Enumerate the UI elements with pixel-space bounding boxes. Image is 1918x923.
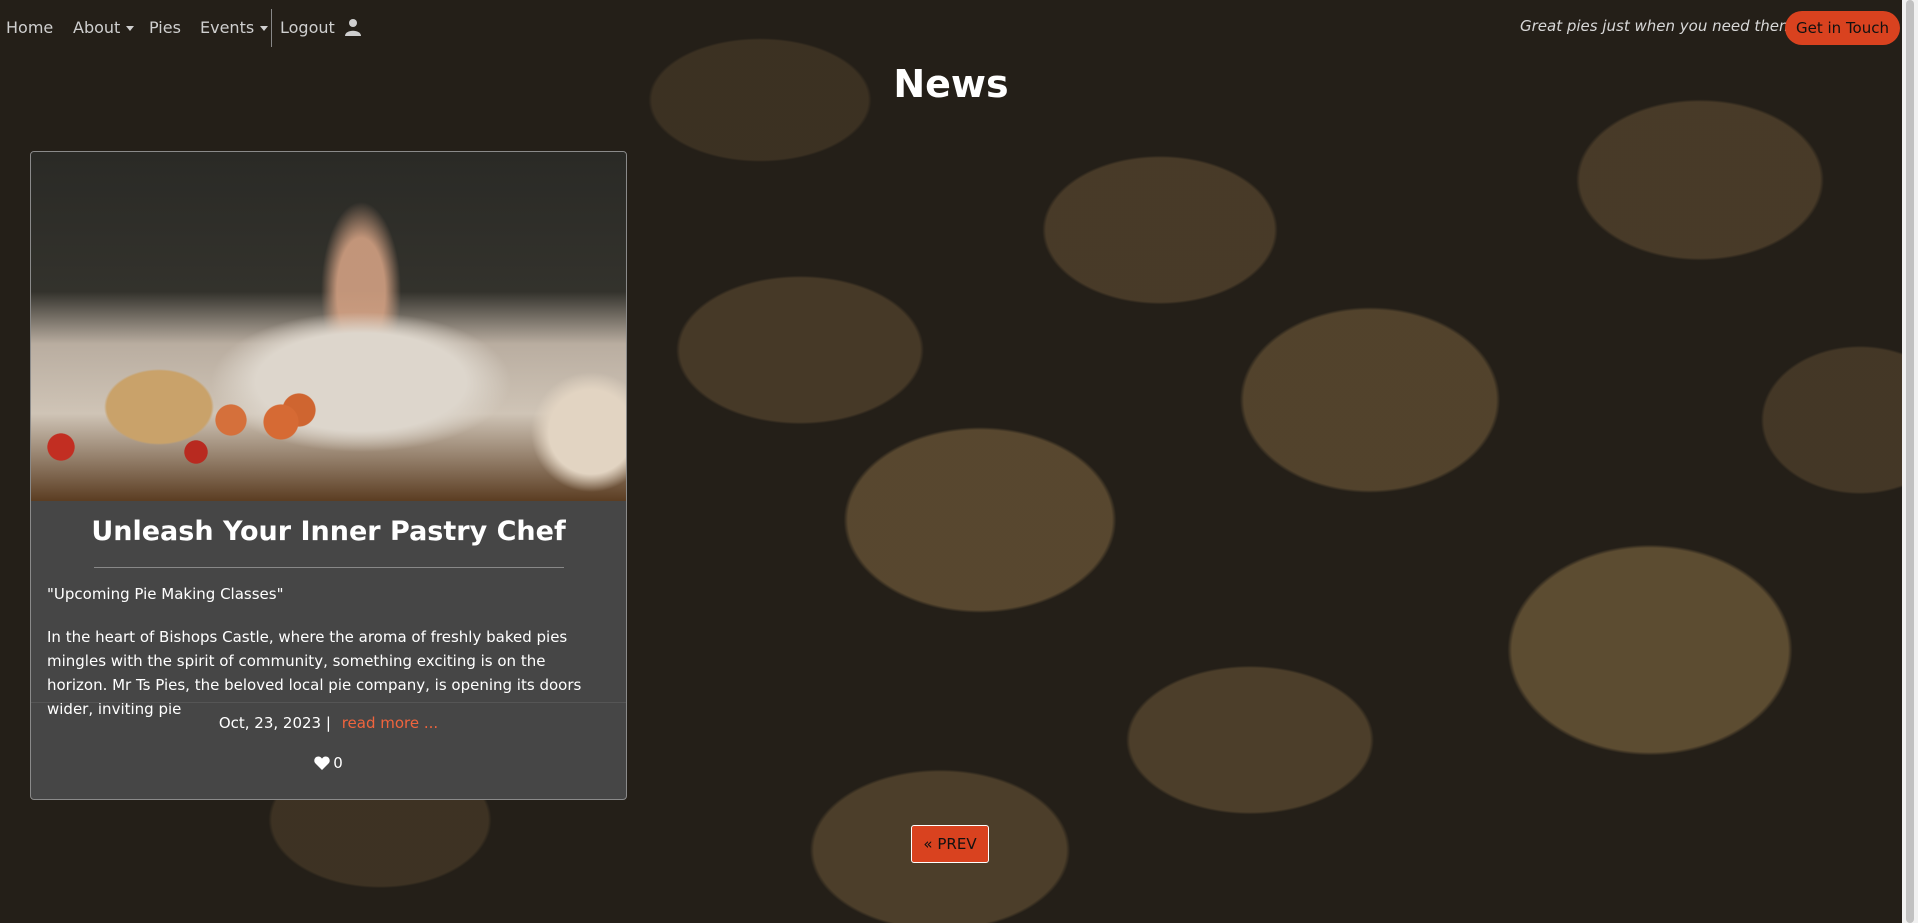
nav-about[interactable]: About: [73, 18, 135, 37]
article-title[interactable]: Unleash Your Inner Pastry Chef: [31, 516, 626, 547]
scrollbar[interactable]: [1902, 0, 1918, 923]
like-count: 0: [333, 754, 343, 772]
article-date: Oct, 23, 2023 |: [218, 714, 331, 732]
page-title: News: [893, 62, 1009, 106]
user-icon[interactable]: [345, 18, 361, 36]
news-card: Unleash Your Inner Pastry Chef "Upcoming…: [30, 151, 627, 800]
navbar: Home About Pies Events Logout Great pies…: [0, 0, 1902, 56]
prev-page-button[interactable]: « PREV: [911, 825, 989, 863]
nav-divider: [271, 9, 272, 47]
read-more-link[interactable]: read more ...: [342, 714, 438, 732]
caret-down-icon: [260, 26, 269, 31]
tagline: Great pies just when you need them!: [1520, 17, 1800, 35]
get-in-touch-button[interactable]: Get in Touch: [1785, 11, 1900, 45]
caret-down-icon: [126, 26, 135, 31]
article-subtitle: "Upcoming Pie Making Classes": [47, 585, 284, 603]
scrollbar-thumb[interactable]: [1906, 0, 1914, 923]
divider: [94, 567, 564, 568]
like-control[interactable]: 0: [31, 754, 626, 772]
footer-divider: [31, 702, 626, 703]
nav-events[interactable]: Events: [200, 18, 269, 37]
heart-icon[interactable]: [314, 756, 330, 770]
nav-logout[interactable]: Logout: [280, 18, 335, 37]
nav-about-label: About: [73, 18, 121, 37]
nav-events-label: Events: [200, 18, 255, 37]
nav-home[interactable]: Home: [6, 18, 53, 37]
article-excerpt: In the heart of Bishops Castle, where th…: [47, 628, 582, 718]
article-meta: Oct, 23, 2023 | read more ...: [31, 714, 626, 732]
nav-pies[interactable]: Pies: [149, 18, 181, 37]
article-image[interactable]: [31, 152, 626, 501]
